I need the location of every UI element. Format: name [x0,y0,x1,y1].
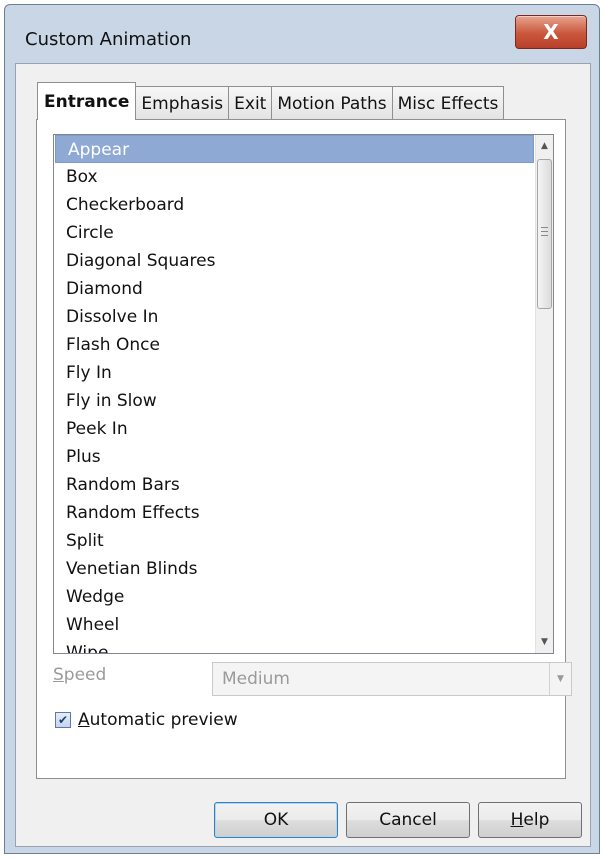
title-bar[interactable]: Custom Animation X [5,5,599,65]
automatic-preview-checkbox[interactable]: ✔ [55,712,71,728]
list-item-random-bars[interactable]: Random Bars [54,471,536,499]
speed-dropdown[interactable]: Medium ▼ [212,662,572,696]
list-scrollbar[interactable]: ▲ ▼ [535,135,553,653]
list-item-split[interactable]: Split [54,527,536,555]
grip-icon [541,227,548,236]
list-item-diamond[interactable]: Diamond [54,275,536,303]
scroll-up-arrow-icon[interactable]: ▲ [536,137,553,155]
automatic-preview-mnemonic: A [78,710,90,730]
effects-listbox[interactable]: Appear Box Checkerboard Circle Diagonal … [53,134,554,654]
ok-button-label: OK [263,810,289,830]
automatic-preview-label-rest: utomatic preview [89,710,238,730]
list-item-venetian-blinds[interactable]: Venetian Blinds [54,555,536,583]
list-item-plus[interactable]: Plus [54,443,536,471]
speed-value: Medium [222,669,290,689]
entrance-tab-panel: Appear Box Checkerboard Circle Diagonal … [36,119,572,779]
help-button[interactable]: Help [478,802,582,838]
list-item-appear[interactable]: Appear [55,135,534,163]
speed-label: Speed [53,665,106,685]
list-item-circle[interactable]: Circle [54,219,536,247]
dialog-body: Entrance Emphasis Exit Motion Paths Misc… [15,63,591,847]
list-item-wedge[interactable]: Wedge [54,583,536,611]
checkmark-icon: ✔ [57,713,69,727]
custom-animation-dialog: Custom Animation X Entrance Emphasis Exi… [4,4,600,854]
list-item-peek-in[interactable]: Peek In [54,415,536,443]
tab-entrance[interactable]: Entrance [37,82,137,120]
list-item-wheel[interactable]: Wheel [54,611,536,639]
list-item-wipe[interactable]: Wipe [54,639,536,653]
scroll-thumb[interactable] [537,159,552,309]
help-button-mnemonic: H [510,810,524,830]
speed-label-mnemonic: S [53,665,64,685]
cancel-button-label: Cancel [379,810,437,830]
list-item-box[interactable]: Box [54,163,536,191]
list-item-flash-once[interactable]: Flash Once [54,331,536,359]
speed-label-rest: peed [63,665,107,685]
dialog-buttons: OK Cancel Help [16,802,590,838]
help-button-label-rest: elp [523,810,550,830]
list-item-checkerboard[interactable]: Checkerboard [54,191,536,219]
list-item-fly-in-slow[interactable]: Fly in Slow [54,387,536,415]
automatic-preview-option[interactable]: ✔ Automatic preview [55,710,238,730]
list-item-dissolve-in[interactable]: Dissolve In [54,303,536,331]
window-title: Custom Animation [25,29,192,50]
list-item-random-effects[interactable]: Random Effects [54,499,536,527]
tab-misc-effects[interactable]: Misc Effects [391,86,505,120]
list-item-fly-in[interactable]: Fly In [54,359,536,387]
ok-button[interactable]: OK [214,802,338,838]
list-item-diagonal-squares[interactable]: Diagonal Squares [54,247,536,275]
tab-strip: Entrance Emphasis Exit Motion Paths Misc… [37,82,505,120]
cancel-button[interactable]: Cancel [346,802,470,838]
tab-exit[interactable]: Exit [228,86,273,120]
tab-emphasis[interactable]: Emphasis [135,86,230,120]
chevron-down-icon[interactable]: ▼ [549,663,571,695]
scroll-down-arrow-icon[interactable]: ▼ [536,633,553,651]
close-button[interactable]: X [515,15,587,49]
automatic-preview-label[interactable]: Automatic preview [78,710,238,730]
effects-list: Appear Box Checkerboard Circle Diagonal … [54,135,536,653]
close-icon: X [543,20,559,44]
tab-motion-paths[interactable]: Motion Paths [271,86,393,120]
